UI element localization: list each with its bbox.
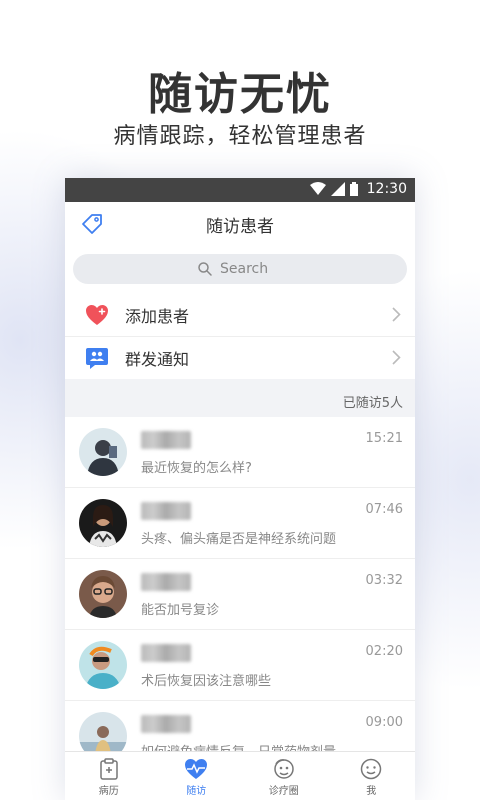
patient-row[interactable]: 头疼、偏头痛是否是神经系统问题 07:46 — [65, 488, 415, 559]
tab-records[interactable]: 病历 — [65, 752, 153, 800]
group-notify-label: 群发通知 — [125, 350, 190, 369]
wifi-icon — [309, 182, 326, 195]
search-icon — [198, 262, 212, 276]
chevron-right-icon — [392, 307, 401, 322]
group-message-icon — [85, 346, 109, 370]
patient-name-blurred — [141, 715, 191, 733]
avatar — [79, 641, 127, 689]
search-bar — [65, 246, 415, 294]
bottom-tab-bar: 病历 随访 诊疗圈 我 — [65, 751, 415, 800]
patient-row[interactable]: 能否加号复诊 03:32 — [65, 559, 415, 630]
section-header: 已随访5人 — [65, 379, 415, 417]
avatar — [79, 499, 127, 547]
clipboard-icon — [100, 758, 118, 780]
followed-count: 已随访5人 — [342, 396, 403, 411]
patient-row[interactable]: 术后恢复因该注意哪些 02:20 — [65, 630, 415, 701]
patient-name-blurred — [141, 502, 191, 520]
patient-last-message: 头疼、偏头痛是否是神经系统问题 — [141, 532, 337, 547]
add-patient-label: 添加患者 — [125, 307, 190, 326]
status-time: 12:30 — [366, 181, 407, 197]
search-box[interactable] — [73, 254, 407, 284]
patient-last-message: 能否加号复诊 — [141, 603, 220, 618]
promo-title: 随访无忧 — [148, 69, 332, 120]
page-title: 随访患者 — [206, 216, 274, 237]
status-bar: 12:30 — [65, 178, 415, 202]
action-list: 添加患者 群发通知 — [65, 294, 415, 379]
community-icon — [274, 759, 294, 779]
promo-subtitle: 病情跟踪，轻松管理患者 — [113, 124, 367, 149]
battery-icon — [349, 182, 358, 196]
smiley-icon — [361, 758, 382, 780]
heartbeat-icon — [185, 759, 208, 779]
tab-me[interactable]: 我 — [328, 752, 416, 800]
patient-time: 09:00 — [365, 715, 403, 730]
patient-last-message: 术后恢复因该注意哪些 — [141, 674, 272, 689]
heart-plus-icon — [85, 303, 109, 327]
patient-name-blurred — [141, 573, 191, 591]
tab-label: 随访 — [186, 786, 207, 797]
tab-label: 诊疗圈 — [268, 786, 299, 797]
chevron-right-icon — [392, 350, 401, 365]
patient-name-blurred — [141, 644, 191, 662]
signal-icon — [330, 182, 345, 196]
patient-time: 02:20 — [365, 644, 403, 659]
patient-name-blurred — [141, 431, 191, 449]
search-input[interactable] — [218, 260, 282, 278]
add-patient-button[interactable]: 添加患者 — [65, 294, 415, 337]
phone-screen: 12:30 随访患者 添加患 — [65, 178, 415, 800]
group-notify-button[interactable]: 群发通知 — [65, 337, 415, 379]
patient-row[interactable]: 最近恢复的怎么样? 15:21 — [65, 417, 415, 488]
tab-label: 我 — [366, 786, 377, 797]
patient-last-message: 最近恢复的怎么样? — [141, 461, 252, 476]
avatar — [79, 428, 127, 476]
patient-time: 03:32 — [365, 573, 403, 588]
tab-followup[interactable]: 随访 — [153, 752, 241, 800]
patient-time: 07:46 — [365, 502, 403, 517]
tag-icon[interactable] — [81, 213, 103, 239]
tab-label: 病历 — [98, 786, 119, 797]
app-header: 随访患者 — [65, 202, 415, 246]
tab-community[interactable]: 诊疗圈 — [240, 752, 328, 800]
avatar — [79, 570, 127, 618]
patient-list: 最近恢复的怎么样? 15:21 头疼、偏头痛是否是神经系统问题 07:46 能否… — [65, 417, 415, 772]
patient-time: 15:21 — [365, 431, 403, 446]
